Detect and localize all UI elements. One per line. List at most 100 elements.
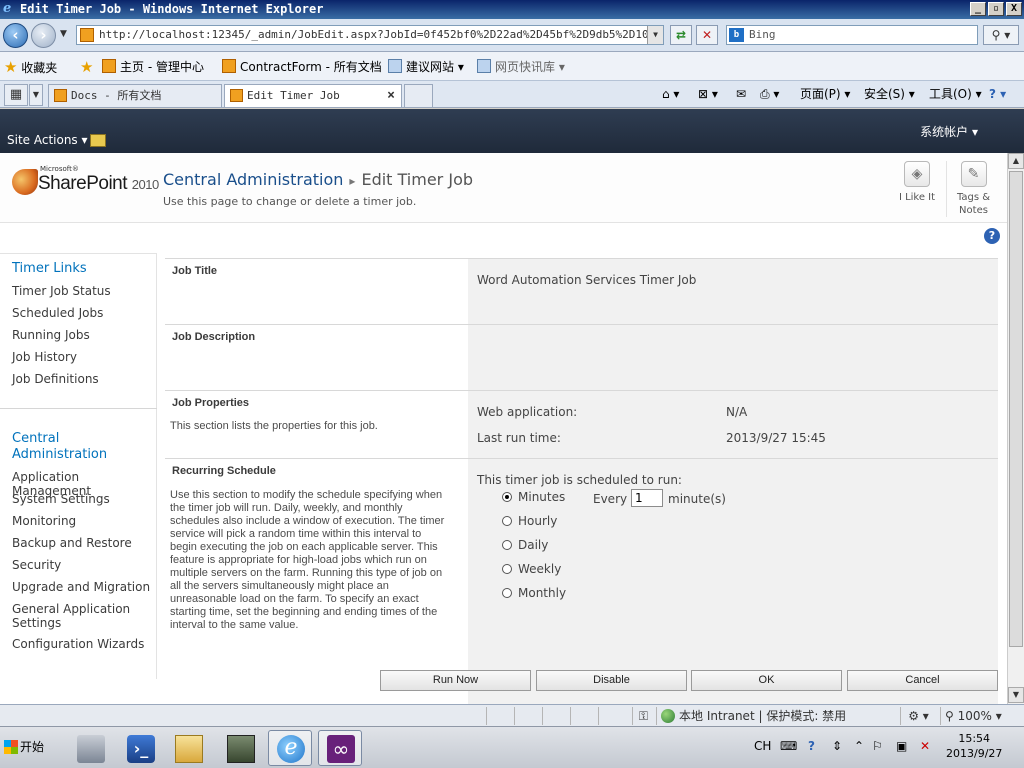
page-icon xyxy=(80,28,94,42)
zoom-control[interactable]: ⚲ 100% ▾ xyxy=(940,707,1006,725)
keyboard-icon[interactable]: ⌨ xyxy=(780,739,797,753)
compatibility-view-icon[interactable]: ⇄ xyxy=(670,25,692,45)
every-minutes-input[interactable]: 1 xyxy=(631,489,663,507)
safety-menu[interactable]: 安全(S) ▾ xyxy=(864,84,915,104)
tab-edit-timer-job[interactable]: Edit Timer Job × xyxy=(224,84,402,107)
security-zone[interactable]: 本地 Intranet | 保护模式: 禁用 xyxy=(656,707,896,725)
job-title-label: Job Title xyxy=(172,265,218,277)
tools-menu[interactable]: 工具(O) ▾ xyxy=(929,84,982,104)
help-icon[interactable]: ? xyxy=(984,228,1000,244)
last-run-time-label: Last run time: xyxy=(477,431,561,445)
nav-link-job-definitions[interactable]: Job Definitions xyxy=(12,372,99,386)
disable-button[interactable]: Disable xyxy=(536,670,687,691)
nav-link-running-jobs[interactable]: Running Jobs xyxy=(12,328,90,342)
i-like-it-button[interactable]: ◈ I Like It xyxy=(890,161,944,204)
site-actions-menu[interactable]: Site Actions ▾ xyxy=(7,133,88,147)
navigate-up-icon[interactable] xyxy=(90,134,106,147)
breadcrumb-central-administration[interactable]: Central Administration xyxy=(163,170,343,189)
feeds-icon[interactable]: ⊠ ▾ xyxy=(698,84,718,104)
scroll-up-icon[interactable]: ▲ xyxy=(1008,153,1024,169)
nav-heading-timer-links[interactable]: Timer Links xyxy=(12,261,87,277)
status-cell xyxy=(598,707,626,725)
taskbar-internet-explorer[interactable]: e xyxy=(268,730,312,766)
nav-link-upgrade-and-migration[interactable]: Upgrade and Migration xyxy=(12,580,150,594)
tab-list-icon[interactable]: ▼ xyxy=(29,84,43,106)
favorite-link-suggested-sites[interactable]: 建议网站 ▾ xyxy=(388,58,464,76)
window-title-bar: e Edit Timer Job - Windows Internet Expl… xyxy=(0,0,1024,19)
scroll-down-icon[interactable]: ▼ xyxy=(1008,687,1024,703)
new-tab-button[interactable] xyxy=(404,84,433,107)
search-button[interactable]: ⚲ ▾ xyxy=(983,25,1019,45)
taskbar-visual-studio[interactable]: ∞ xyxy=(318,730,362,766)
maximize-button[interactable]: ▫ xyxy=(988,2,1004,16)
radio-minutes[interactable]: Minutes xyxy=(502,490,565,504)
security-report-icon[interactable]: ⚿ xyxy=(632,707,654,725)
tags-notes-button[interactable]: ✎ Tags & Notes xyxy=(946,161,1000,217)
favorites-button[interactable]: ★ 收藏夹 xyxy=(4,58,57,76)
help-menu-icon[interactable]: ? ▾ xyxy=(989,84,1006,104)
nav-heading-central-administration[interactable]: Central Administration xyxy=(12,431,107,463)
radio-daily[interactable]: Daily xyxy=(502,538,548,552)
back-button[interactable]: ‹ xyxy=(3,23,28,48)
network-tray-icon[interactable]: ▣ xyxy=(896,739,907,753)
page-scrollbar[interactable]: ▲ ▼ xyxy=(1007,153,1024,704)
taskbar-explorer[interactable] xyxy=(166,730,210,766)
protected-mode-icon[interactable]: ⚙ ▾ xyxy=(900,707,936,725)
page-menu[interactable]: 页面(P) ▾ xyxy=(800,84,850,104)
job-description-label: Job Description xyxy=(172,331,256,343)
nav-link-monitoring[interactable]: Monitoring xyxy=(12,514,76,528)
nav-link-timer-job-status[interactable]: Timer Job Status xyxy=(12,284,111,298)
nav-link-configuration-wizards[interactable]: Configuration Wizards xyxy=(12,637,144,651)
nav-link-general-application-settings[interactable]: General Application Settings xyxy=(12,602,130,630)
nav-link-security[interactable]: Security xyxy=(12,558,61,572)
quick-tabs-icon[interactable]: ▦ xyxy=(4,84,28,106)
nav-link-system-settings[interactable]: System Settings xyxy=(12,492,110,506)
language-indicator[interactable]: CH xyxy=(754,739,771,753)
search-input[interactable]: b Bing xyxy=(726,25,978,45)
bing-icon: b xyxy=(729,28,744,42)
address-bar[interactable]: http://localhost:12345/_admin/JobEdit.as… xyxy=(76,25,664,45)
close-window-button[interactable]: X xyxy=(1006,2,1022,16)
forward-button[interactable]: › xyxy=(31,23,56,48)
system-clock[interactable]: 15:54 2013/9/27 xyxy=(946,731,1002,761)
ime-options-icon[interactable]: ⇕ xyxy=(832,739,842,753)
show-hidden-icons[interactable]: ⌃ xyxy=(854,739,864,753)
add-favorite-icon[interactable]: ★ xyxy=(80,58,93,76)
scroll-thumb[interactable] xyxy=(1009,171,1023,647)
radio-icon xyxy=(502,540,512,550)
favorite-link-home[interactable]: 主页 - 管理中心 xyxy=(102,58,204,76)
radio-weekly[interactable]: Weekly xyxy=(502,562,561,576)
close-tab-icon[interactable]: × xyxy=(387,85,395,107)
run-now-button[interactable]: Run Now xyxy=(380,670,531,691)
nav-link-scheduled-jobs[interactable]: Scheduled Jobs xyxy=(12,306,103,320)
ok-button[interactable]: OK xyxy=(691,670,842,691)
job-properties-description: This section lists the properties for th… xyxy=(170,420,378,432)
minimize-button[interactable]: _ xyxy=(970,2,986,16)
favorites-label: 收藏夹 xyxy=(21,61,58,75)
taskbar-network[interactable] xyxy=(218,730,262,766)
ime-help-icon[interactable]: ? xyxy=(808,739,815,753)
page-content: Microsoft® SharePoint 2010 Central Admin… xyxy=(0,153,1007,704)
read-mail-icon[interactable]: ✉ xyxy=(736,84,746,104)
taskbar-powershell[interactable]: ›_ xyxy=(118,730,162,766)
history-dropdown-icon[interactable]: ▼ xyxy=(60,29,67,39)
address-dropdown-icon[interactable]: ▼ xyxy=(647,26,663,44)
status-bar: ⚿ 本地 Intranet | 保护模式: 禁用 ⚙ ▾ ⚲ 100% ▾ xyxy=(0,704,1024,726)
taskbar-server-manager[interactable] xyxy=(68,730,112,766)
favorite-link-web-slice[interactable]: 网页快讯库 ▾ xyxy=(477,58,565,76)
action-center-flag-icon[interactable]: ⚐ xyxy=(872,739,883,753)
tab-docs[interactable]: Docs - 所有文档 xyxy=(48,84,222,107)
account-menu[interactable]: 系统帐户 ▾ xyxy=(920,123,978,140)
nav-link-job-history[interactable]: Job History xyxy=(12,350,77,364)
print-icon[interactable]: ⎙ ▾ xyxy=(760,84,779,104)
nav-link-backup-and-restore[interactable]: Backup and Restore xyxy=(12,536,132,550)
radio-hourly[interactable]: Hourly xyxy=(502,514,557,528)
sharepoint-logo-icon xyxy=(12,169,38,195)
stop-icon[interactable]: ✕ xyxy=(696,25,718,45)
radio-monthly[interactable]: Monthly xyxy=(502,586,566,600)
favorite-link-contractform[interactable]: ContractForm - 所有文档 xyxy=(222,58,382,76)
volume-muted-icon[interactable]: ✕ xyxy=(920,739,930,753)
start-button[interactable]: 开始 xyxy=(2,735,48,759)
cancel-button[interactable]: Cancel xyxy=(847,670,998,691)
home-icon[interactable]: ⌂ ▾ xyxy=(662,84,679,104)
